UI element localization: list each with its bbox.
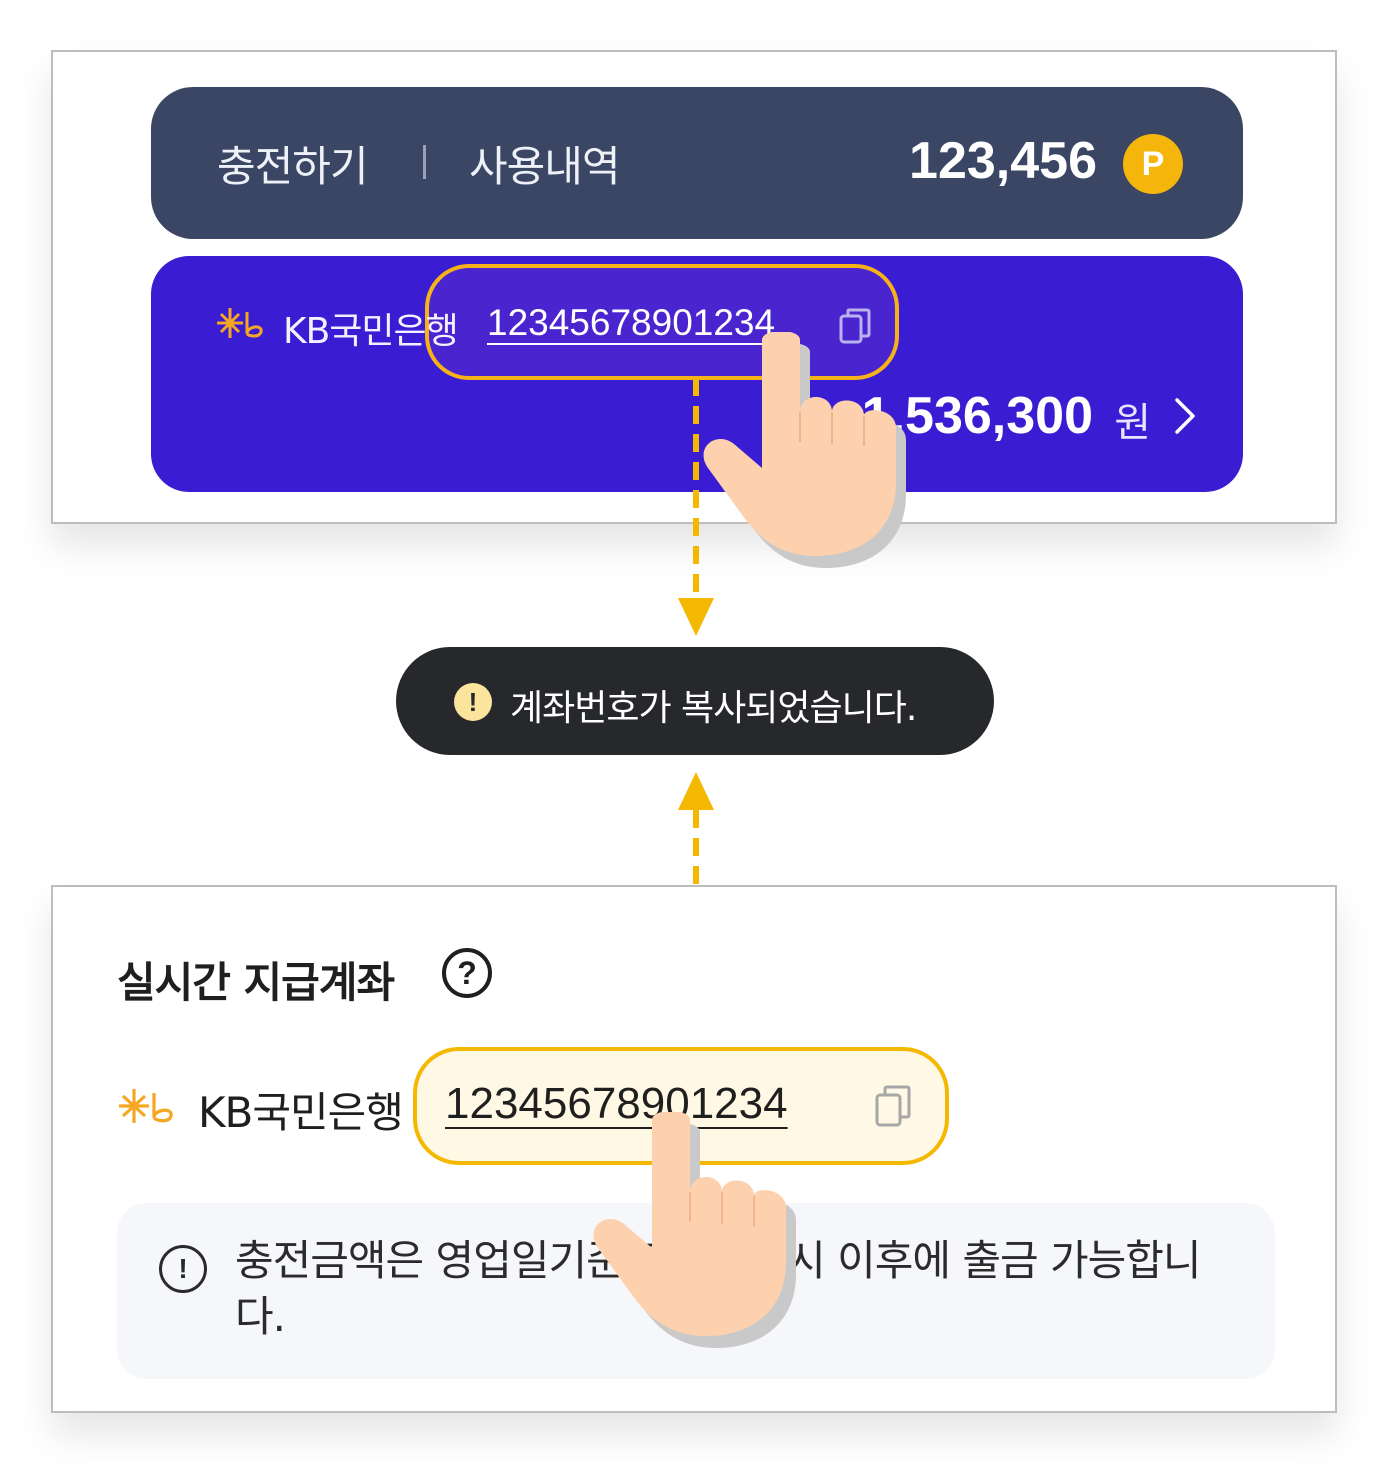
pointer-hand-icon [703, 332, 906, 568]
chevron-right-icon[interactable] [1173, 396, 1197, 436]
divider [423, 145, 426, 179]
kb-logo-icon [119, 1089, 173, 1123]
alert-icon: ! [454, 683, 492, 721]
kb-logo-icon [217, 308, 263, 338]
help-icon[interactable]: ? [442, 948, 492, 998]
copied-toast: ! 계좌번호가 복사되었습니다. [396, 647, 994, 755]
points-value: 123,456 [909, 132, 1097, 190]
usage-history-link[interactable]: 사용내역 [469, 133, 621, 194]
alert-icon: ! [159, 1245, 207, 1293]
bank-name: KB국민은행 [198, 1088, 404, 1137]
copy-icon[interactable] [875, 1085, 911, 1127]
arrow-down [678, 378, 714, 636]
section-title: 실시간 지급계좌 [117, 958, 395, 1007]
bank-name: KB국민은행 [283, 311, 459, 352]
currency-unit: 원 [1114, 400, 1151, 446]
toast-message: 계좌번호가 복사되었습니다. [510, 688, 917, 729]
charge-link[interactable]: 충전하기 [217, 133, 369, 194]
pointer-hand-icon [593, 1112, 796, 1348]
points-bar: 충전하기 사용내역 123,456 P [151, 87, 1243, 239]
p-badge-icon: P [1123, 134, 1183, 194]
